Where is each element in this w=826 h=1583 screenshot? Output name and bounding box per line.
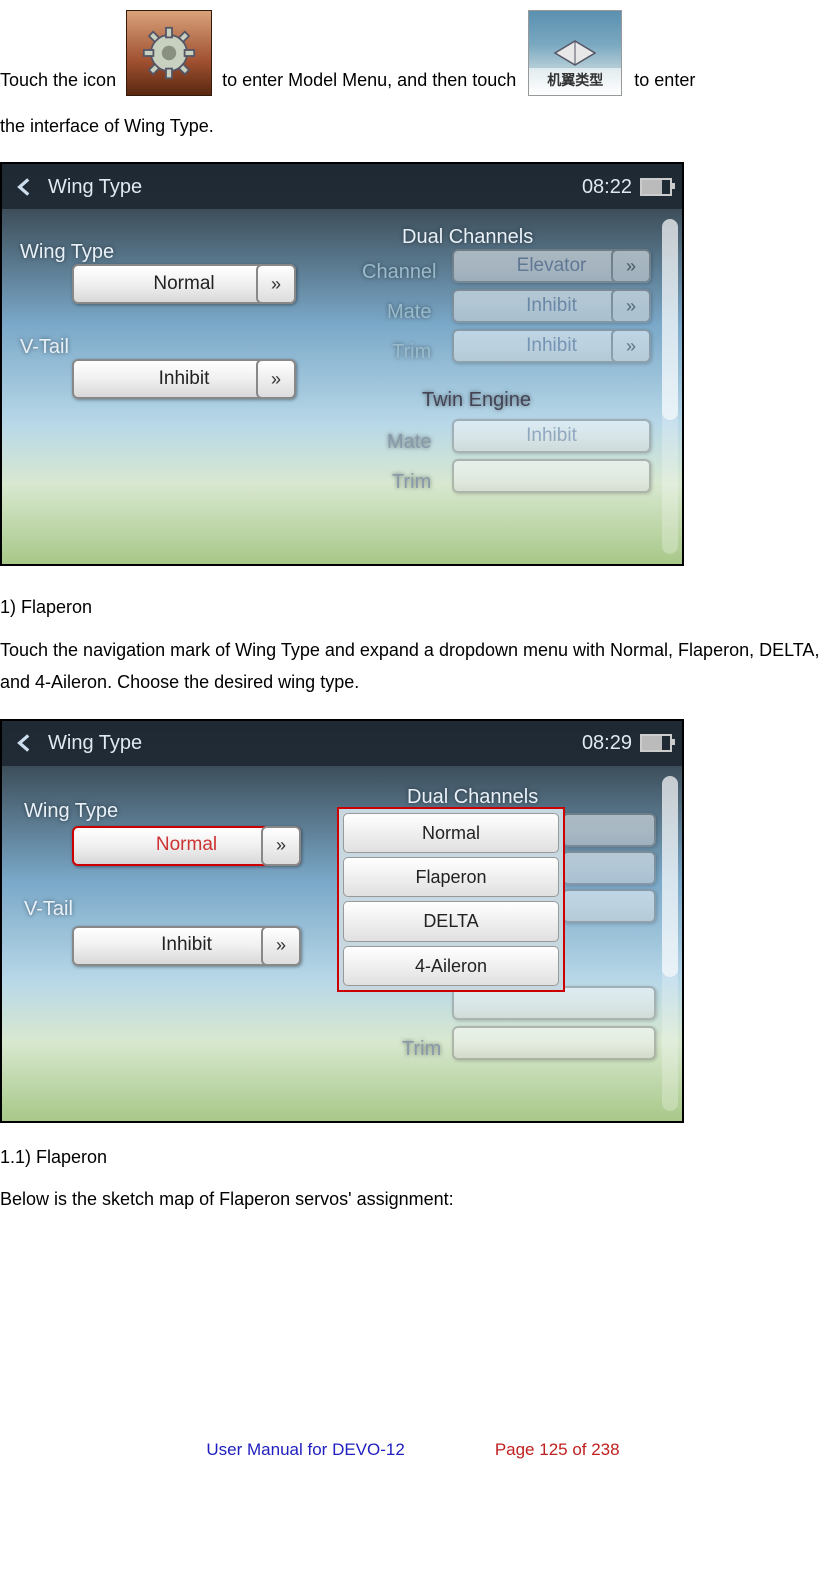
trim2-selector[interactable] [452,459,651,493]
vtail-selector[interactable]: Inhibit » [72,359,296,399]
mate1-selector[interactable]: Inhibit » [452,289,651,323]
chevron-right-icon[interactable]: » [256,359,296,399]
dropdown-option-4aileron[interactable]: 4-Aileron [343,946,559,986]
channel-value: Elevator [517,249,587,283]
trim1-selector[interactable]: Inhibit » [452,329,651,363]
bg-disabled-field [452,1026,656,1060]
footer-title: User Manual for DEVO-12 [206,1435,404,1466]
mate2-value: Inhibit [526,419,577,453]
wing-type-selector[interactable]: Normal » [72,264,296,304]
twin-engine-label: Twin Engine [422,382,531,418]
clock-text: 08:29 [582,725,632,761]
wingtype-icon-label: 机翼类型 [529,68,621,93]
chevron-right-icon: » [611,289,651,323]
bg-disabled-field [562,813,656,847]
bg-disabled-field [562,889,656,923]
mate1-value: Inhibit [526,289,577,323]
trim2-label: Trim [392,464,431,500]
dropdown-option-delta[interactable]: DELTA [343,901,559,941]
vtail-value: Inhibit [161,928,212,962]
chevron-right-icon[interactable]: » [261,926,301,966]
titlebar: Wing Type 08:29 [2,721,682,766]
footer-page: Page 125 of 238 [495,1435,620,1466]
mate2-selector[interactable]: Inhibit [452,419,651,453]
wingtype-icon: 机翼类型 [528,10,622,96]
battery-icon [640,178,672,196]
dropdown-option-flaperon[interactable]: Flaperon [343,857,559,897]
wing-type-dropdown[interactable]: Normal Flaperon DELTA 4-Aileron [337,807,565,993]
page-footer: User Manual for DEVO-12 Page 125 of 238 [0,1435,826,1496]
channel-label: Channel [362,254,437,290]
back-arrow-icon[interactable] [12,174,38,200]
trim1-value: Inhibit [526,329,577,363]
wing-type-value: Normal [156,828,217,862]
tail-paragraph: Below is the sketch map of Flaperon serv… [0,1183,826,1215]
screenshot-wing-type-2: Wing Type 08:29 Wing Type Normal » V-Tai… [0,719,684,1123]
vtail-value: Inhibit [159,362,210,396]
intro-text-2: to enter Model Menu, and then touch [222,64,516,96]
section-1-paragraph: Touch the navigation mark of Wing Type a… [0,634,826,699]
scrollbar[interactable] [662,219,678,554]
vtail-section-label: V-Tail [20,329,69,365]
dropdown-option-normal[interactable]: Normal [343,813,559,853]
bg-disabled-field [562,851,656,885]
intro-text-1: Touch the icon [0,64,116,96]
intro-paragraph: Touch the icon to enter Model Menu, and … [0,10,826,96]
chevron-right-icon[interactable]: » [256,264,296,304]
intro-text-3: to enter [634,64,695,96]
wing-type-section-label: Wing Type [24,793,118,829]
screenshot-wing-type-1: Wing Type 08:22 Wing Type Normal » V-Tai… [0,162,684,566]
screen-title: Wing Type [48,169,142,205]
screen-title: Wing Type [48,725,142,761]
vtail-selector[interactable]: Inhibit » [72,926,301,966]
channel-selector[interactable]: Elevator » [452,249,651,283]
back-arrow-icon[interactable] [12,730,38,756]
chevron-right-icon: » [611,249,651,283]
intro-line2: the interface of Wing Type. [0,110,826,142]
chevron-right-icon[interactable]: » [261,826,301,866]
clock-text: 08:22 [582,169,632,205]
scrollbar[interactable] [662,776,678,1111]
wing-type-value: Normal [153,267,214,301]
trim2-label: Trim [402,1031,441,1067]
battery-icon [640,734,672,752]
subsection-heading: 1.1) Flaperon [0,1141,826,1173]
mate2-label: Mate [387,424,431,460]
chevron-right-icon: » [611,329,651,363]
section-1-heading: 1) Flaperon [0,591,826,623]
trim1-label: Trim [392,334,431,370]
gear-icon [126,10,212,96]
mate1-label: Mate [387,294,431,330]
titlebar: Wing Type 08:22 [2,164,682,209]
wing-type-selector-open[interactable]: Normal » [72,826,301,866]
vtail-section-label: V-Tail [24,891,73,927]
